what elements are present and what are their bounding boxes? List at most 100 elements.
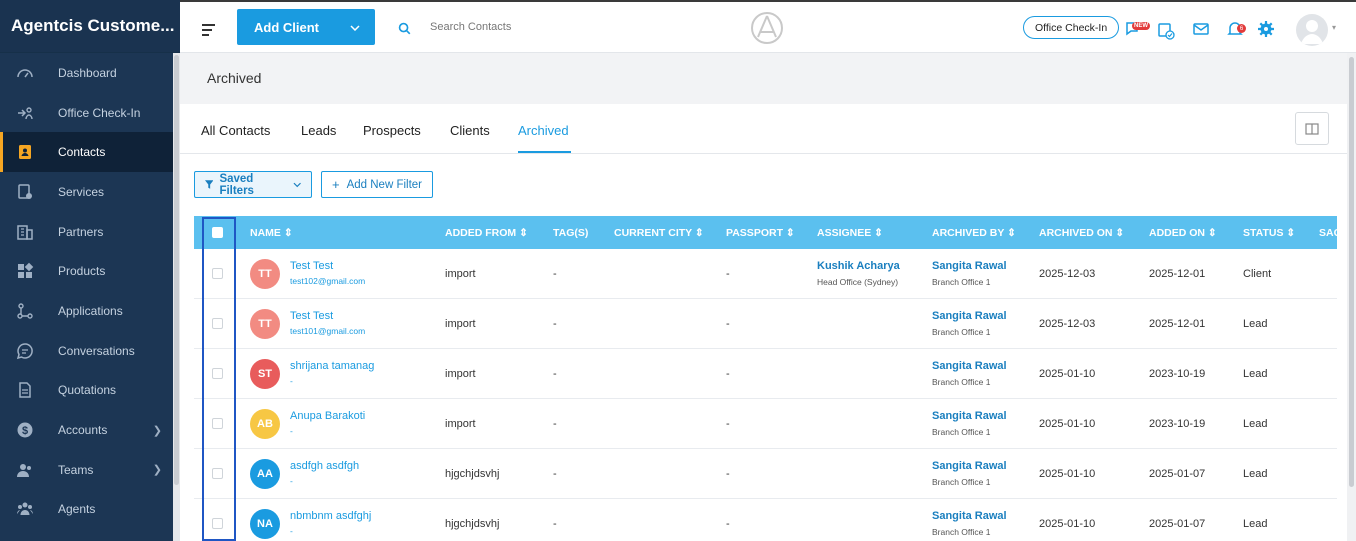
sidebar-item-teams[interactable]: Teams ❯ <box>0 450 180 490</box>
row-checkbox[interactable] <box>212 518 223 529</box>
column-settings-button[interactable] <box>1295 112 1329 145</box>
avatar: TT <box>250 309 280 339</box>
chevron-down-icon[interactable] <box>335 20 375 34</box>
archived-on-cell: 2025-01-10 <box>1039 368 1096 380</box>
contact-email[interactable]: test102@gmail.com <box>290 276 365 286</box>
tab-clients[interactable]: Clients <box>450 123 490 138</box>
menu-toggle-icon[interactable] <box>202 24 215 39</box>
added-on-cell: 2025-01-07 <box>1149 468 1206 480</box>
archived-on-cell: 2025-01-10 <box>1039 418 1096 430</box>
tab-all-contacts[interactable]: All Contacts <box>201 123 270 138</box>
sidebar-item-label: Products <box>58 264 106 279</box>
tab-archived[interactable]: Archived <box>518 123 569 138</box>
gear-icon[interactable] <box>1257 20 1275 38</box>
contact-email[interactable]: - <box>290 426 293 436</box>
contact-name-link[interactable]: Test Test <box>290 260 333 272</box>
header-archived-by[interactable]: ARCHIVED BY ⇕ <box>932 227 1016 239</box>
archived-by-office: Branch Office 1 <box>932 477 991 487</box>
contact-name-link[interactable]: Anupa Barakoti <box>290 410 365 422</box>
contact-email[interactable]: - <box>290 476 293 486</box>
archived-by-link[interactable]: Sangita Rawal <box>932 260 1007 272</box>
add-new-filter-button[interactable]: + Add New Filter <box>321 171 433 198</box>
table-row[interactable]: AB Anupa Barakoti - import - - Sangita Rawal Br… <box>194 399 1337 449</box>
added-on-cell: 2023-10-19 <box>1149 368 1206 380</box>
header-current-city[interactable]: CURRENT CITY ⇕ <box>614 227 704 239</box>
document-icon <box>14 379 36 401</box>
assignee-link[interactable]: Kushik Acharya <box>817 260 900 272</box>
tab-leads[interactable]: Leads <box>301 123 336 138</box>
task-check-icon[interactable] <box>1157 22 1175 40</box>
avatar: AA <box>250 459 280 489</box>
sidebar-item-dashboard[interactable]: Dashboard <box>0 53 180 93</box>
chevron-down-icon <box>293 182 301 187</box>
contact-email[interactable]: - <box>290 526 293 536</box>
row-checkbox[interactable] <box>212 468 223 479</box>
row-checkbox[interactable] <box>212 418 223 429</box>
sidebar-item-label: Services <box>58 184 105 199</box>
table-row[interactable]: AA asdfgh asdfgh - hjgchjdsvhj - - Sangita Raw… <box>194 449 1337 499</box>
sidebar-item-contacts[interactable]: Contacts <box>0 132 180 173</box>
sidebar-item-partners[interactable]: Partners <box>0 212 180 252</box>
sidebar-item-accounts[interactable]: $ Accounts ❯ <box>0 410 180 450</box>
page-scrollbar[interactable] <box>1347 53 1356 541</box>
brand-title[interactable]: Agentcis Custome... <box>0 0 180 53</box>
contact-email[interactable]: - <box>290 376 293 386</box>
archived-by-link[interactable]: Sangita Rawal <box>932 460 1007 472</box>
added-from-cell: hjgchjdsvhj <box>445 518 500 530</box>
header-passport[interactable]: PASSPORT ⇕ <box>726 227 795 239</box>
avatar: TT <box>250 259 280 289</box>
sidebar-item-quotations[interactable]: Quotations <box>0 371 180 411</box>
saved-filters-button[interactable]: Saved Filters <box>194 171 312 198</box>
header-assignee[interactable]: ASSIGNEE ⇕ <box>817 227 883 239</box>
passport-cell: - <box>726 368 730 380</box>
row-checkbox[interactable] <box>212 368 223 379</box>
add-client-label[interactable]: Add Client <box>237 20 335 35</box>
sidebar-item-office-check-in[interactable]: Office Check-In <box>0 93 180 133</box>
row-checkbox[interactable] <box>212 268 223 279</box>
sidebar-item-conversations[interactable]: Conversations <box>0 331 180 371</box>
table-row[interactable]: ST shrijana tamanag - import - - Sangita Rawal… <box>194 349 1337 399</box>
archived-by-link[interactable]: Sangita Rawal <box>932 510 1007 522</box>
sidebar-scrollbar-thumb[interactable] <box>174 55 179 485</box>
header-added-from[interactable]: ADDED FROM ⇕ <box>445 227 528 239</box>
header-tags: TAG(S) <box>553 227 589 239</box>
search-icon[interactable] <box>398 22 411 35</box>
caret-down-icon[interactable]: ▾ <box>1332 23 1336 32</box>
add-new-filter-label: Add New Filter <box>346 178 423 191</box>
sidebar-item-services[interactable]: Services <box>0 172 180 212</box>
header-added-on[interactable]: ADDED ON ⇕ <box>1149 227 1217 239</box>
contact-name-link[interactable]: asdfgh asdfgh <box>290 460 359 472</box>
contact-name-link[interactable]: shrijana tamanag <box>290 360 374 372</box>
mail-icon[interactable] <box>1192 20 1210 38</box>
archived-by-link[interactable]: Sangita Rawal <box>932 360 1007 372</box>
contact-tabs: All Contacts Leads Prospects Clients Arc… <box>180 104 1347 154</box>
user-avatar[interactable] <box>1296 14 1328 46</box>
sidebar-item-applications[interactable]: Applications <box>0 291 180 331</box>
archived-by-link[interactable]: Sangita Rawal <box>932 310 1007 322</box>
contact-name-link[interactable]: Test Test <box>290 310 333 322</box>
archived-by-link[interactable]: Sangita Rawal <box>932 410 1007 422</box>
services-icon <box>14 181 36 203</box>
chevron-right-icon[interactable]: ❯ <box>153 463 162 476</box>
add-client-button[interactable]: Add Client <box>237 9 375 45</box>
tab-prospects[interactable]: Prospects <box>363 123 421 138</box>
avatar: NA <box>250 509 280 539</box>
sidebar-item-products[interactable]: Products <box>0 251 180 291</box>
row-checkbox[interactable] <box>212 318 223 329</box>
header-status[interactable]: STATUS ⇕ <box>1243 227 1295 239</box>
chevron-right-icon[interactable]: ❯ <box>153 424 162 437</box>
header-name[interactable]: NAME ⇕ <box>250 227 293 239</box>
page-scrollbar-thumb[interactable] <box>1349 57 1354 487</box>
header-archived-on[interactable]: ARCHIVED ON ⇕ <box>1039 227 1124 239</box>
sidebar-item-agents[interactable]: Agents <box>0 490 180 530</box>
contact-email[interactable]: test101@gmail.com <box>290 326 365 336</box>
table-row[interactable]: TT Test Test test102@gmail.com import - - Kush… <box>194 249 1337 299</box>
archived-by-office: Branch Office 1 <box>932 527 991 537</box>
table-row[interactable]: TT Test Test test101@gmail.com import - - Sang… <box>194 299 1337 349</box>
office-checkin-button[interactable]: Office Check-In <box>1023 16 1120 39</box>
table-row[interactable]: NA nbmbnm asdfghj - hjgchjdsvhj - - Sangita Ra… <box>194 499 1337 541</box>
sidebar-scrollbar[interactable] <box>173 53 180 541</box>
select-all-checkbox[interactable] <box>212 227 223 238</box>
contact-name-link[interactable]: nbmbnm asdfghj <box>290 510 371 522</box>
search-input[interactable]: Search Contacts <box>430 21 511 33</box>
